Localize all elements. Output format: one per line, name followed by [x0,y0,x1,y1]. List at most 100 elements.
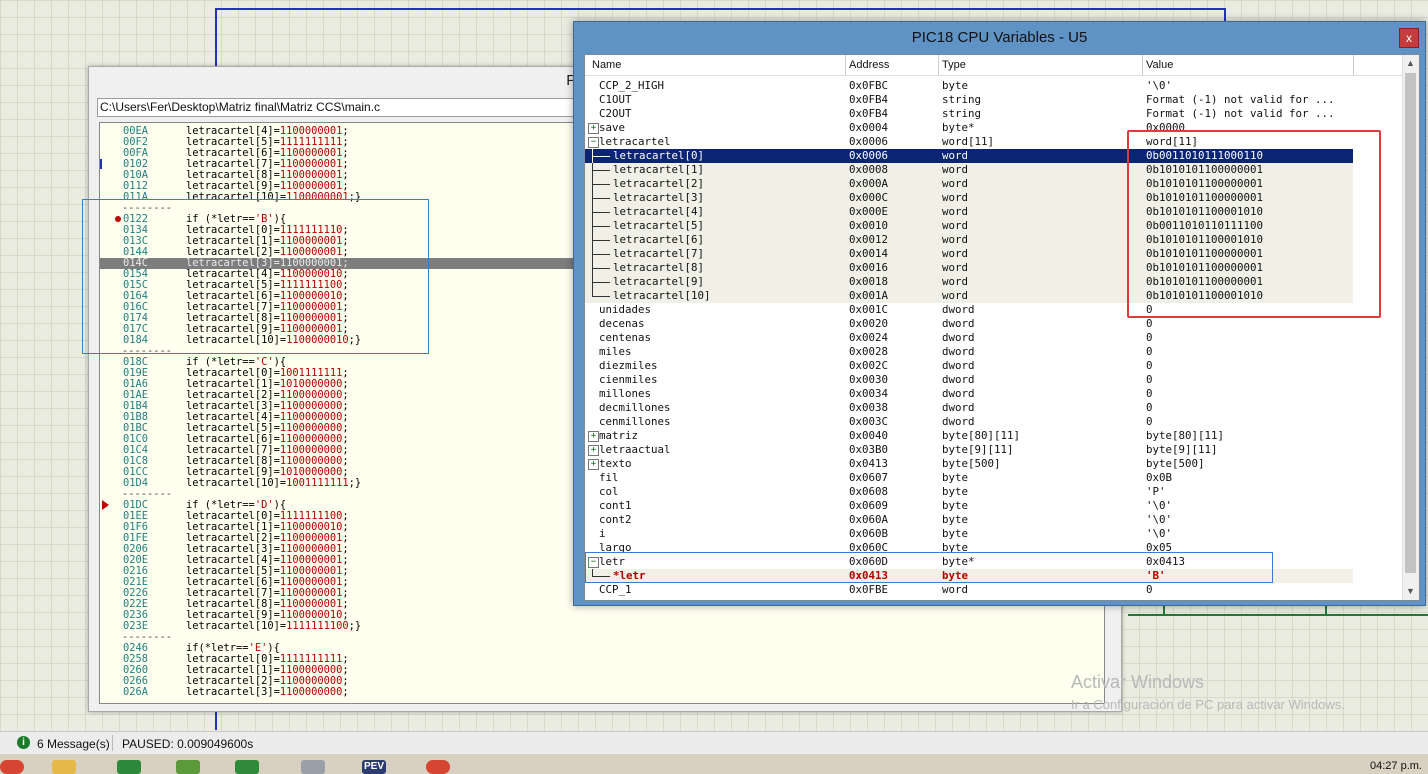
variable-address: 0x0024 [849,331,889,344]
column-header-name[interactable]: Name [592,59,621,71]
variable-address: 0x0012 [849,233,889,246]
column-header-address[interactable]: Address [849,59,889,71]
variable-value: '\0' [1146,527,1173,540]
variable-type: word [942,149,969,162]
close-button[interactable]: x [1399,28,1419,48]
chrome-icon[interactable] [0,760,24,774]
variable-name: letracartel[2] [613,177,705,190]
expand-icon[interactable]: + [588,459,599,470]
column-divider[interactable] [1353,55,1354,75]
code-text: letracartel[10]=1001111111;} [186,477,362,489]
variable-name: decmillones [599,401,671,414]
app-icon[interactable] [176,760,200,774]
tree-connector [592,177,593,191]
status-bar: i 6 Message(s) PAUSED: 0.009049600s [0,731,1428,754]
code-line[interactable]: 023E letracartel[10]=1111111100;} [100,621,1100,632]
scroll-up-arrow-icon[interactable]: ▲ [1406,58,1415,68]
pev-icon[interactable]: PEV [362,760,386,774]
variable-row[interactable]: + texto 0x0413 byte[500] byte[500] [585,457,1353,471]
app-icon[interactable] [301,760,325,774]
variable-row[interactable]: miles 0x0028 dword 0 [585,345,1353,359]
variable-row[interactable]: diezmiles 0x002C dword 0 [585,359,1353,373]
app-icon[interactable] [235,760,259,774]
variable-row[interactable]: cont1 0x0609 byte '\0' [585,499,1353,513]
variable-type: word [942,191,969,204]
variables-table-header: Name Address Type Value [585,55,1403,76]
variable-type: byte [942,471,969,484]
variable-row[interactable]: + letraactual 0x03B0 byte[9][11] byte[9][11] [585,443,1353,457]
variable-name: unidades [599,303,652,316]
schematic-wire [215,710,217,730]
variable-address: 0x060B [849,527,889,540]
variable-address: 0x0FB4 [849,107,889,120]
variable-name: letracartel[7] [613,247,705,260]
tree-connector [592,254,610,255]
taskbar-clock[interactable]: 04:27 p.m. [1370,760,1422,772]
tree-connector [592,149,593,163]
scroll-thumb[interactable] [1405,73,1416,573]
variable-name: millones [599,387,652,400]
variable-value: 0 [1146,331,1153,344]
schematic-wire [215,8,217,66]
column-header-value[interactable]: Value [1146,59,1173,71]
variable-row[interactable]: cenmillones 0x003C dword 0 [585,415,1353,429]
folder-icon[interactable] [52,760,76,774]
variable-name: diezmiles [599,359,658,372]
variable-type: byte [942,499,969,512]
expand-icon[interactable]: + [588,445,599,456]
info-icon[interactable]: i [17,736,30,749]
variable-type: word [942,233,969,246]
variable-row[interactable]: cont2 0x060A byte '\0' [585,513,1353,527]
variable-value: '\0' [1146,499,1173,512]
column-divider[interactable] [938,55,939,75]
variable-row[interactable]: C1OUT 0x0FB4 string Format (-1) not valid f… [585,93,1353,107]
tree-connector [592,296,610,297]
variable-row[interactable]: CCP_2_HIGH 0x0FBC byte '\0' [585,79,1353,93]
variable-type: word [942,247,969,260]
variable-type: dword [942,415,975,428]
tree-connector [592,233,593,247]
variable-name: letracartel [599,135,671,148]
schematic-green-wire [1128,614,1428,616]
column-divider[interactable] [1142,55,1143,75]
variable-type: word [942,275,969,288]
variable-type: dword [942,359,975,372]
variable-type: dword [942,387,975,400]
variable-row[interactable]: centenas 0x0024 dword 0 [585,331,1353,345]
collapse-icon[interactable]: − [588,137,599,148]
variable-row[interactable]: CCP_1 0x0FBE word 0 [585,583,1353,597]
variable-name: matriz [599,429,639,442]
chrome-icon[interactable] [426,760,450,774]
variable-name: letracartel[8] [613,261,705,274]
vertical-scrollbar[interactable]: ▲ ▼ [1402,55,1419,600]
variable-type: dword [942,401,975,414]
variable-type: word [942,205,969,218]
variable-type: dword [942,331,975,344]
column-divider[interactable] [845,55,846,75]
variable-address: 0x001A [849,289,889,302]
messages-count[interactable]: 6 Message(s) [37,737,110,751]
variable-address: 0x002C [849,359,889,372]
variable-type: word [942,177,969,190]
annotation-box-b-block [82,199,429,354]
variable-type: word [942,261,969,274]
variable-row[interactable]: fil 0x0607 byte 0x0B [585,471,1353,485]
code-line[interactable]: 026A letracartel[3]=1100000000; [100,687,1100,698]
variable-row[interactable]: col 0x0608 byte 'P' [585,485,1353,499]
variable-row[interactable]: i 0x060B byte '\0' [585,527,1353,541]
store-icon[interactable] [117,760,141,774]
variable-type: byte[9][11] [942,443,1014,456]
variable-row[interactable]: decenas 0x0020 dword 0 [585,317,1353,331]
variable-row[interactable]: millones 0x0034 dword 0 [585,387,1353,401]
variable-name: miles [599,345,632,358]
variable-row[interactable]: cienmiles 0x0030 dword 0 [585,373,1353,387]
expand-icon[interactable]: + [588,431,599,442]
column-header-type[interactable]: Type [942,59,966,71]
variable-row[interactable]: C2OUT 0x0FB4 string Format (-1) not valid f… [585,107,1353,121]
scroll-down-arrow-icon[interactable]: ▼ [1406,586,1415,596]
expand-icon[interactable]: + [588,123,599,134]
tree-connector [592,268,610,269]
variable-row[interactable]: decmillones 0x0038 dword 0 [585,401,1353,415]
variable-row[interactable]: + matriz 0x0040 byte[80][11] byte[80][11] [585,429,1353,443]
variable-address: 0x0028 [849,345,889,358]
